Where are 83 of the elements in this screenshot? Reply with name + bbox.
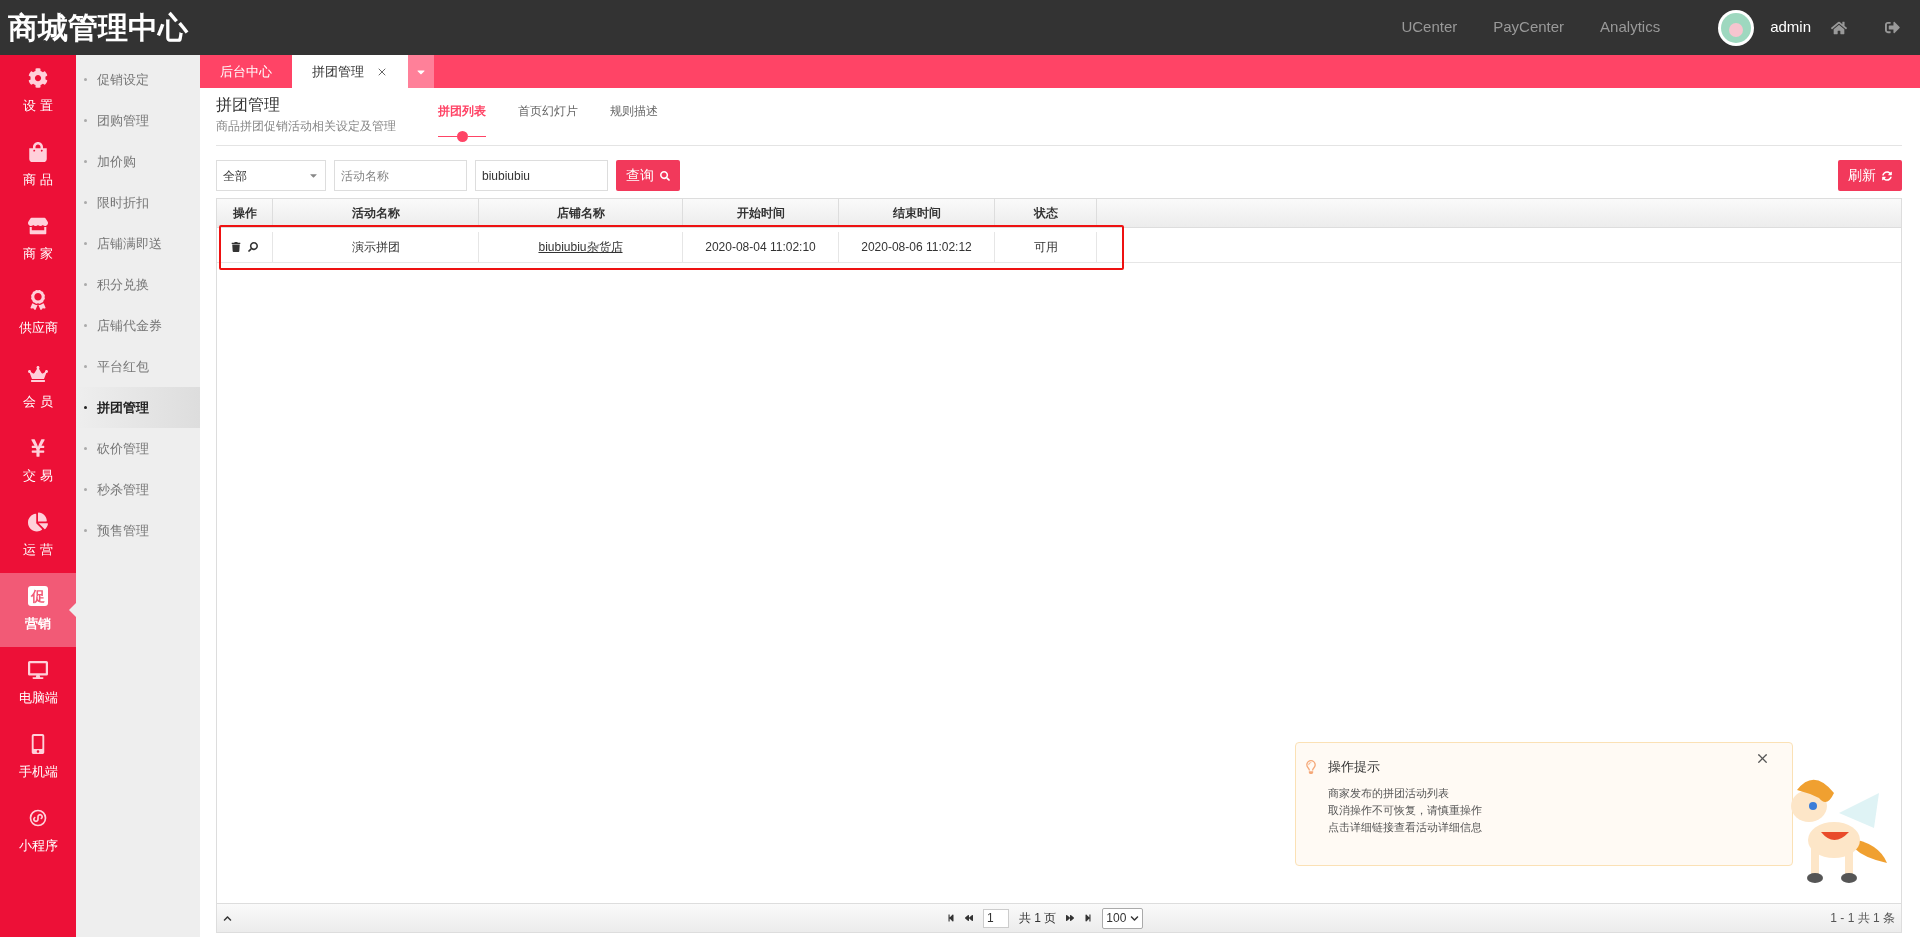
store-icon bbox=[28, 216, 48, 237]
page-tab[interactable]: 后台中心 bbox=[200, 55, 292, 88]
active-tab-indicator bbox=[438, 131, 486, 142]
crown-icon bbox=[28, 364, 48, 385]
table-cell: 2020-08-06 11:02:12 bbox=[839, 232, 995, 262]
sub-menu-item[interactable]: 平台红包 bbox=[76, 346, 200, 387]
mini-program-icon bbox=[28, 808, 48, 829]
bag-icon bbox=[28, 142, 48, 163]
avatar[interactable] bbox=[1718, 9, 1755, 46]
sub-menu-item[interactable]: 预售管理 bbox=[76, 510, 200, 551]
type-select[interactable]: 全部 bbox=[216, 160, 326, 191]
sub-menu-item[interactable]: 团购管理 bbox=[76, 100, 200, 141]
tip-line: 点击详细链接查看活动详细信息 bbox=[1328, 819, 1483, 835]
header-link[interactable]: PayCenter bbox=[1475, 16, 1583, 39]
pie-chart-icon bbox=[28, 512, 48, 533]
lightbulb-icon bbox=[1304, 759, 1318, 774]
last-page-icon[interactable] bbox=[1084, 914, 1093, 922]
nav-item[interactable]: 手机端 bbox=[0, 721, 76, 795]
activity-name-field[interactable]: 活动名称 bbox=[334, 160, 467, 191]
previous-page-icon[interactable] bbox=[965, 914, 973, 922]
logout-icon[interactable] bbox=[1885, 20, 1900, 35]
award-icon bbox=[28, 290, 48, 311]
sub-menu-item[interactable]: 秒杀管理 bbox=[76, 469, 200, 510]
refresh-button[interactable]: 刷新 bbox=[1838, 160, 1902, 191]
nav-item[interactable]: 商 品 bbox=[0, 129, 76, 203]
tip-line: 取消操作不可恢复，请慎重操作 bbox=[1328, 802, 1483, 818]
search-button[interactable]: 查询 bbox=[616, 160, 680, 191]
header-link[interactable]: Analytics bbox=[1582, 16, 1679, 39]
sub-menu-item[interactable]: 砍价管理 bbox=[76, 428, 200, 469]
home-icon[interactable] bbox=[1831, 19, 1847, 36]
column-header[interactable]: 活动名称 bbox=[273, 199, 479, 227]
nav-item[interactable]: 电脑端 bbox=[0, 647, 76, 721]
column-header[interactable]: 结束时间 bbox=[839, 199, 995, 227]
shop-name-field[interactable]: biubiubiu bbox=[475, 160, 608, 191]
collapse-icon[interactable] bbox=[223, 913, 232, 923]
tip-title: 操作提示 bbox=[1328, 758, 1380, 776]
table-cell: 可用 bbox=[995, 232, 1097, 262]
nav-item[interactable]: 设 置 bbox=[0, 55, 76, 129]
page-size-select[interactable]: 100 bbox=[1102, 907, 1144, 929]
column-header[interactable]: 店铺名称 bbox=[479, 199, 683, 227]
sub-menu-item[interactable]: 积分兑换 bbox=[76, 264, 200, 305]
column-header[interactable]: 状态 bbox=[995, 199, 1097, 227]
first-page-icon[interactable] bbox=[947, 914, 955, 922]
monitor-icon bbox=[28, 660, 48, 681]
content-tab[interactable]: 规则描述 bbox=[596, 102, 672, 120]
delete-icon[interactable] bbox=[231, 242, 241, 252]
page-tab[interactable]: 拼团管理 bbox=[292, 55, 408, 88]
column-header[interactable]: 操作 bbox=[217, 199, 273, 227]
next-page-icon[interactable] bbox=[1066, 914, 1075, 922]
settings-icon bbox=[28, 68, 48, 89]
nav-item[interactable]: 供应商 bbox=[0, 277, 76, 351]
record-summary: 1 - 1 共 1 条 bbox=[1830, 910, 1895, 927]
content-tab[interactable]: 拼团列表 bbox=[424, 102, 500, 120]
shop-link[interactable]: biubiubiu杂货店 bbox=[538, 238, 623, 256]
page-subtitle: 商品拼团促销活动相关设定及管理 bbox=[216, 118, 396, 135]
chevron-down-icon bbox=[1130, 913, 1140, 923]
nav-item[interactable]: 小程序 bbox=[0, 795, 76, 869]
table-cell: 演示拼团 bbox=[273, 232, 479, 262]
nav-item[interactable]: 促 营销 bbox=[0, 573, 76, 647]
page-title: 拼团管理 bbox=[216, 95, 281, 115]
nav-item[interactable]: 交 易 bbox=[0, 425, 76, 499]
nav-item[interactable]: 会 员 bbox=[0, 351, 76, 425]
content-tab[interactable]: 首页幻灯片 bbox=[504, 102, 592, 120]
nav-item[interactable]: 商 家 bbox=[0, 203, 76, 277]
refresh-icon bbox=[1882, 170, 1892, 181]
page-field[interactable]: 1 bbox=[983, 908, 1009, 928]
search-icon[interactable] bbox=[248, 242, 258, 252]
yen-icon bbox=[28, 438, 48, 459]
sub-menu-item[interactable]: 限时折扣 bbox=[76, 182, 200, 223]
user-name: admin bbox=[1770, 17, 1811, 38]
promo-icon: 促 bbox=[28, 586, 48, 607]
table-cell: 2020-08-04 11:02:10 bbox=[683, 232, 839, 262]
app-title: 商城管理中心 bbox=[8, 10, 188, 46]
search-icon bbox=[660, 170, 670, 181]
page-count: 共 1 页 bbox=[1019, 910, 1057, 927]
sub-menu-item[interactable]: 加价购 bbox=[76, 141, 200, 182]
nav-item[interactable]: 运 营 bbox=[0, 499, 76, 573]
sub-menu-item[interactable]: 店铺满即送 bbox=[76, 223, 200, 264]
tip-line: 商家发布的拼团活动列表 bbox=[1328, 785, 1450, 801]
column-header[interactable]: 开始时间 bbox=[683, 199, 839, 227]
sub-menu-item[interactable]: 促销设定 bbox=[76, 59, 200, 100]
sub-menu-item[interactable]: 店铺代金券 bbox=[76, 305, 200, 346]
header-link[interactable]: UCenter bbox=[1383, 16, 1476, 39]
